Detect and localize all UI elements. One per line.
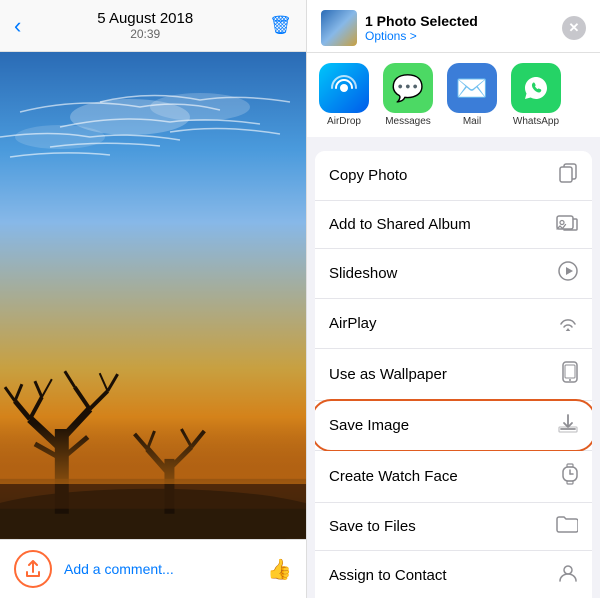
back-button[interactable]: ‹	[14, 13, 21, 39]
date-time-block: 5 August 2018 20:39	[97, 10, 193, 41]
sheet-header: 1 Photo Selected Options > ✕	[307, 0, 600, 53]
slideshow-icon	[558, 261, 578, 286]
watch-face-icon	[562, 463, 578, 490]
share-icon	[25, 560, 41, 578]
like-button[interactable]: 👍	[267, 557, 292, 582]
add-shared-album-icon	[556, 213, 578, 236]
photo-time: 20:39	[97, 27, 193, 41]
airplay-icon	[558, 311, 578, 336]
save-to-files-icon	[556, 515, 578, 538]
whatsapp-icon	[511, 63, 561, 113]
airdrop-icon	[319, 63, 369, 113]
save-to-files-label: Save to Files	[329, 518, 416, 535]
share-sheet: 1 Photo Selected Options > ✕ AirDrop 💬 M…	[307, 0, 600, 598]
slideshow-label: Slideshow	[329, 265, 397, 282]
sheet-title-block: 1 Photo Selected Options >	[365, 13, 478, 43]
create-watch-face-label: Create Watch Face	[329, 468, 458, 485]
sheet-options-link[interactable]: Options >	[365, 29, 478, 43]
app-mail[interactable]: ✉️ Mail	[443, 63, 501, 127]
assign-to-contact-icon	[558, 563, 578, 588]
wallpaper-icon	[562, 361, 578, 388]
app-airdrop[interactable]: AirDrop	[315, 63, 373, 127]
bottom-bar: Add a comment... 👍	[0, 539, 306, 598]
mail-icon: ✉️	[447, 63, 497, 113]
trash-button[interactable]: 🗑	[269, 15, 292, 36]
menu-item-add-shared-album[interactable]: Add to Shared Album	[315, 201, 592, 249]
mail-label: Mail	[463, 116, 481, 127]
photo-display	[0, 52, 306, 539]
selected-photo-thumb	[321, 10, 357, 46]
sheet-header-left: 1 Photo Selected Options >	[321, 10, 478, 46]
menu-item-create-watch-face[interactable]: Create Watch Face	[315, 451, 592, 503]
save-image-label: Save Image	[329, 417, 409, 434]
menu-item-assign-to-contact[interactable]: Assign to Contact	[315, 551, 592, 598]
top-bar: ‹ 5 August 2018 20:39 🗑	[0, 0, 306, 52]
menu-item-airplay[interactable]: AirPlay	[315, 299, 592, 349]
save-image-icon	[558, 413, 578, 438]
clouds-svg	[0, 82, 306, 202]
assign-to-contact-label: Assign to Contact	[329, 567, 447, 584]
sheet-title: 1 Photo Selected	[365, 13, 478, 29]
menu-sections: Copy Photo Add to Shared Album	[307, 143, 600, 598]
menu-item-save-to-files[interactable]: Save to Files	[315, 503, 592, 551]
comment-input[interactable]: Add a comment...	[64, 561, 255, 577]
menu-item-wallpaper[interactable]: Use as Wallpaper	[315, 349, 592, 401]
share-button[interactable]	[14, 550, 52, 588]
copy-photo-label: Copy Photo	[329, 167, 407, 184]
airdrop-label: AirDrop	[327, 116, 361, 127]
app-whatsapp[interactable]: WhatsApp	[507, 63, 565, 127]
menu-item-save-image[interactable]: Save Image	[315, 401, 592, 451]
photo-date: 5 August 2018	[97, 10, 193, 27]
add-shared-album-label: Add to Shared Album	[329, 216, 471, 233]
landscape-svg	[0, 319, 306, 539]
wallpaper-label: Use as Wallpaper	[329, 366, 447, 383]
copy-photo-icon	[558, 163, 578, 188]
airplay-label: AirPlay	[329, 315, 377, 332]
whatsapp-label: WhatsApp	[513, 116, 559, 127]
menu-item-copy-photo[interactable]: Copy Photo	[315, 151, 592, 201]
left-panel: ‹ 5 August 2018 20:39 🗑	[0, 0, 307, 598]
menu-section-1: Copy Photo Add to Shared Album	[315, 151, 592, 598]
sheet-close-button[interactable]: ✕	[562, 16, 586, 40]
app-messages[interactable]: 💬 Messages	[379, 63, 437, 127]
messages-icon: 💬	[383, 63, 433, 113]
messages-label: Messages	[385, 116, 431, 127]
apps-row: AirDrop 💬 Messages ✉️ Mail WhatsApp	[307, 53, 600, 143]
menu-item-slideshow[interactable]: Slideshow	[315, 249, 592, 299]
